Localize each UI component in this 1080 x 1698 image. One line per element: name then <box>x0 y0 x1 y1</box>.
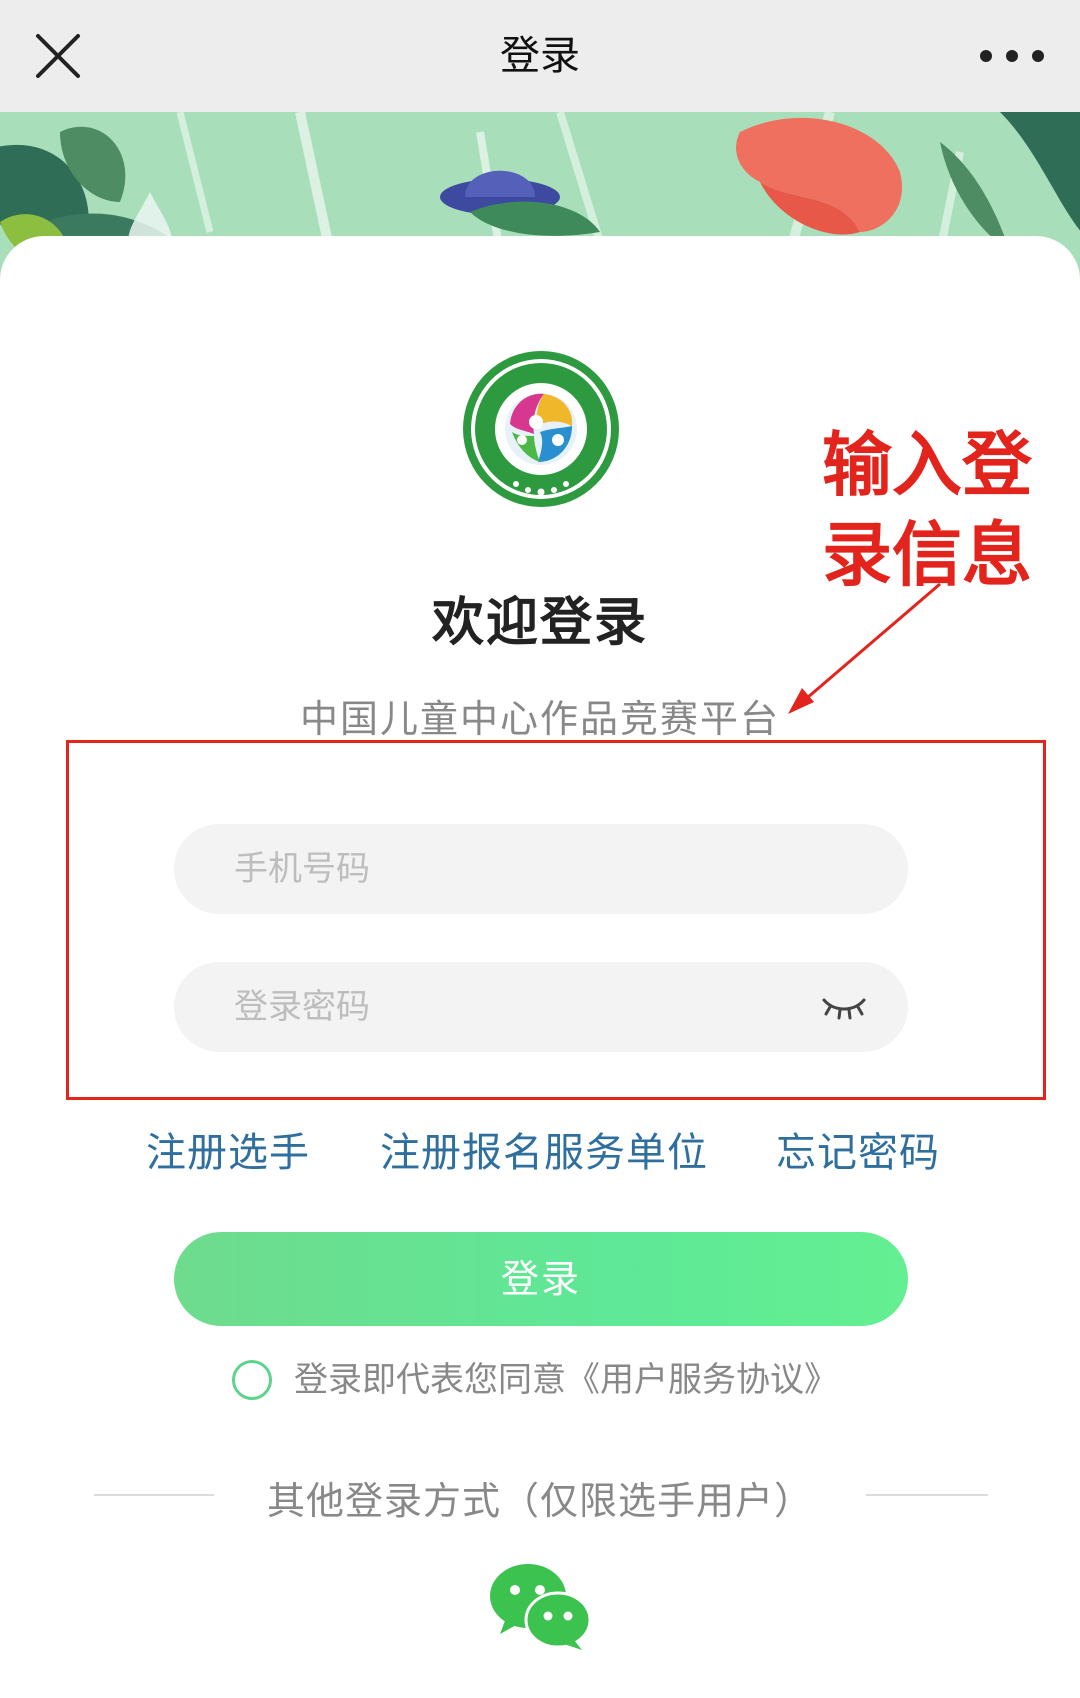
top-navigation-bar: 登录 <box>0 0 1080 112</box>
competition-logo <box>463 351 619 507</box>
register-player-link[interactable]: 注册选手 <box>146 1120 310 1178</box>
password-input[interactable]: 登录密码 <box>174 962 908 1052</box>
password-placeholder: 登录密码 <box>234 987 370 1027</box>
wechat-icon[interactable] <box>488 1560 592 1652</box>
divider-right <box>866 1494 988 1496</box>
agreement-text[interactable]: 登录即代表您同意《用户服务协议》 <box>294 1358 838 1402</box>
phone-placeholder: 手机号码 <box>234 849 370 889</box>
login-button[interactable]: 登录 <box>174 1232 908 1326</box>
eye-closed-icon[interactable] <box>820 990 868 1024</box>
page-title: 登录 <box>500 33 580 79</box>
agreement-radio[interactable] <box>232 1360 272 1400</box>
annotation-arrow <box>788 582 941 714</box>
other-login-title: 其他登录方式（仅限选手用户） <box>266 1479 813 1523</box>
forgot-password-link[interactable]: 忘记密码 <box>776 1120 940 1178</box>
close-icon[interactable] <box>24 22 92 90</box>
more-icon[interactable] <box>972 30 1052 82</box>
register-unit-link[interactable]: 注册报名服务单位 <box>380 1120 708 1178</box>
annotation-text: 输入登录信息 <box>822 424 1032 596</box>
phone-input[interactable]: 手机号码 <box>174 824 908 914</box>
